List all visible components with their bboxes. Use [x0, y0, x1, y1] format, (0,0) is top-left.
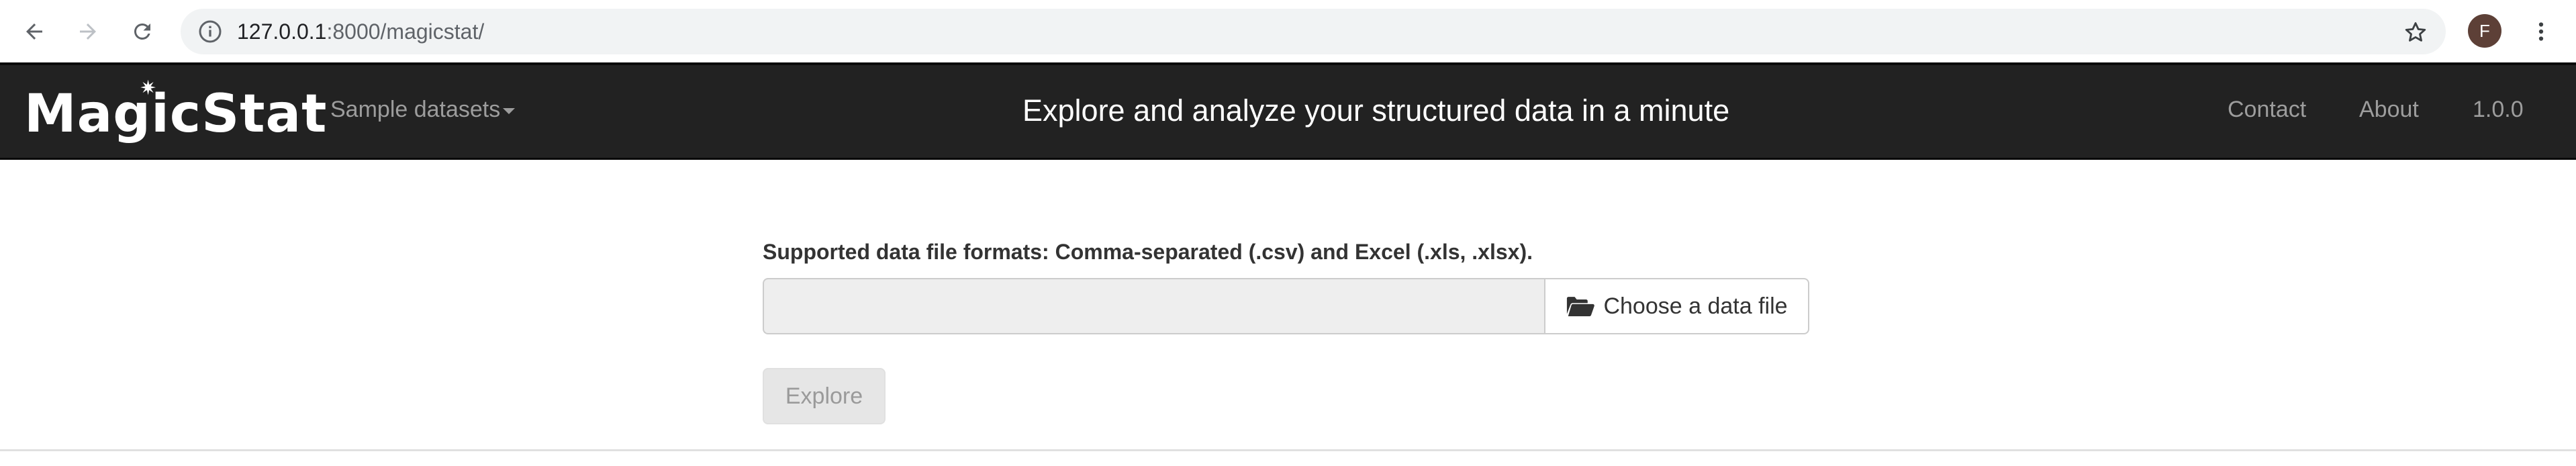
back-button[interactable] [16, 13, 52, 50]
file-input-group: Choose a data file [763, 278, 1809, 334]
back-arrow-icon [26, 24, 42, 40]
forward-arrow-icon [80, 24, 96, 40]
divider [0, 449, 2576, 451]
bookmark-button[interactable] [2397, 13, 2434, 51]
file-name-field[interactable] [763, 278, 1544, 334]
brand-logo[interactable]: MagicStat ✷ [24, 79, 328, 145]
url-host: 127.0.0.1 [237, 19, 327, 44]
sample-datasets-label: Sample datasets [330, 97, 501, 122]
address-bar[interactable]: 127.0.0.1:8000/magicstat/ [181, 9, 2446, 54]
sample-datasets-dropdown[interactable]: Sample datasets [330, 89, 516, 130]
choose-file-label: Choose a data file [1603, 293, 1788, 319]
about-link[interactable]: About [2359, 89, 2419, 130]
sparkle-icon: ✷ [140, 77, 158, 100]
url-path: :8000/magicstat/ [326, 19, 485, 44]
forward-button[interactable] [70, 13, 106, 50]
brand-text-magic: Magic [24, 84, 202, 144]
contact-link[interactable]: Contact [2228, 89, 2306, 130]
page-tagline: Explore and analyze your structured data… [1022, 93, 1730, 128]
browser-toolbar: 127.0.0.1:8000/magicstat/ F [0, 0, 2576, 62]
info-icon[interactable] [197, 18, 224, 45]
app-navbar: MagicStat ✷ Sample datasets Explore and … [0, 62, 2576, 160]
profile-avatar[interactable]: F [2468, 14, 2501, 48]
explore-button[interactable]: Explore [763, 368, 886, 424]
caret-down-icon [503, 107, 516, 114]
url-text[interactable]: 127.0.0.1:8000/magicstat/ [237, 9, 484, 54]
more-vert-icon [2538, 22, 2544, 41]
version-link[interactable]: 1.0.0 [2473, 89, 2524, 130]
browser-menu-button[interactable] [2524, 13, 2558, 50]
reload-icon [134, 23, 150, 40]
supported-formats-label: Supported data file formats: Comma-separ… [763, 240, 1533, 264]
reload-button[interactable] [124, 13, 160, 50]
brand-text-stat: Stat [201, 84, 328, 144]
choose-file-button[interactable]: Choose a data file [1544, 278, 1809, 334]
star-icon [2405, 22, 2426, 42]
folder-open-icon [1566, 295, 1595, 318]
